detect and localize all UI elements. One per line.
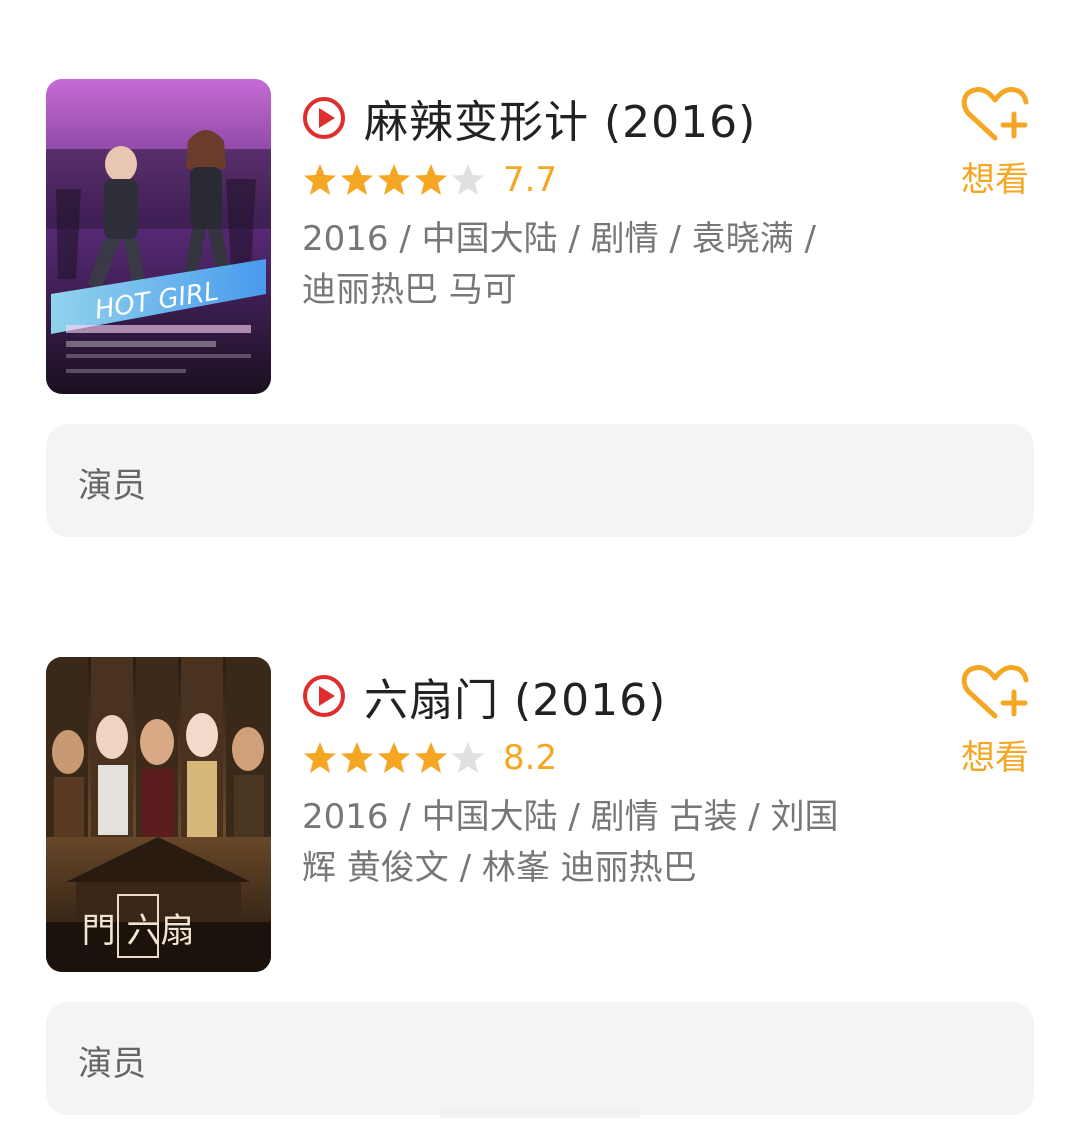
actors-label: 演员 — [78, 1044, 146, 1084]
want-to-watch-button[interactable]: 想看 — [950, 84, 1040, 201]
star-filled-icon — [378, 164, 410, 195]
movie-title[interactable]: 六扇门 (2016) — [364, 664, 666, 728]
movie-poster[interactable]: 門 六扇 — [46, 657, 271, 972]
actors-panel[interactable]: 演员 — [46, 1002, 1034, 1115]
star-rating — [302, 740, 487, 776]
star-rating — [302, 162, 487, 198]
star-filled-icon — [341, 164, 373, 195]
poster-title-text: 門 六扇 — [82, 911, 195, 951]
star-filled-icon — [415, 164, 447, 195]
movie-meta: 2016 / 中国大陆 / 剧情 古装 / 刘国辉 黄俊文 / 林峯 迪丽热巴 — [302, 797, 839, 888]
star-filled-icon — [378, 742, 410, 773]
movie-meta: 2016 / 中国大陆 / 剧情 / 袁晓满 / 迪丽热巴 马可 — [302, 219, 817, 310]
heart-plus-icon — [961, 665, 1029, 719]
actors-label: 演员 — [78, 466, 146, 506]
star-filled-icon — [415, 742, 447, 773]
star-filled-icon — [304, 742, 336, 773]
star-empty-icon — [452, 742, 484, 773]
movie-card: 門 六扇 六扇门 (2016) 8.2 2016 / 中国大陆 / 剧情 古装 … — [0, 648, 1080, 1118]
actors-panel[interactable]: 演员 — [46, 424, 1034, 537]
rating-row: 7.7 — [302, 158, 557, 202]
star-filled-icon — [304, 164, 336, 195]
rating-row: 8.2 — [302, 736, 557, 780]
scroll-fade-indicator — [440, 1108, 640, 1118]
heart-plus-icon — [961, 87, 1029, 141]
movie-poster[interactable]: HOT GIRL — [46, 79, 271, 394]
rating-score: 8.2 — [503, 738, 558, 778]
poster-image: 門 六扇 — [46, 657, 271, 972]
rating-score: 7.7 — [503, 160, 558, 200]
play-circle-icon[interactable] — [302, 674, 346, 718]
want-to-watch-button[interactable]: 想看 — [950, 662, 1040, 779]
play-circle-icon[interactable] — [302, 96, 346, 140]
movie-title[interactable]: 麻辣变形计 (2016) — [364, 86, 756, 150]
want-to-watch-label: 想看 — [961, 738, 1029, 778]
want-to-watch-label: 想看 — [961, 160, 1029, 200]
poster-image: HOT GIRL — [46, 79, 271, 394]
movie-card: HOT GIRL 麻辣变形计 (2016) 7.7 2016 / 中国大陆 / … — [0, 70, 1080, 540]
star-filled-icon — [341, 742, 373, 773]
star-empty-icon — [452, 164, 484, 195]
